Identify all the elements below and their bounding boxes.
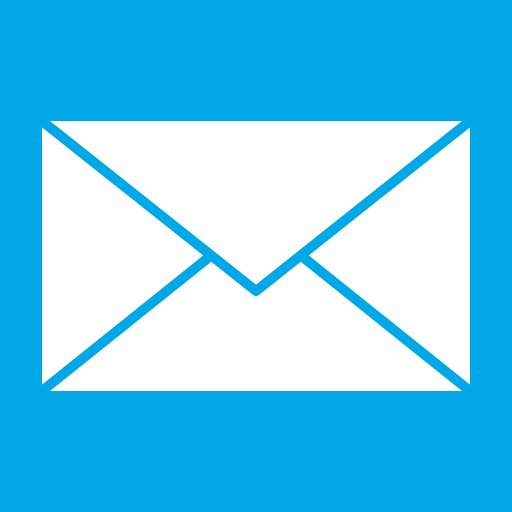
mail-app-tile[interactable]	[0, 0, 512, 512]
mail-envelope-icon	[38, 117, 474, 395]
envelope-body	[42, 121, 470, 391]
